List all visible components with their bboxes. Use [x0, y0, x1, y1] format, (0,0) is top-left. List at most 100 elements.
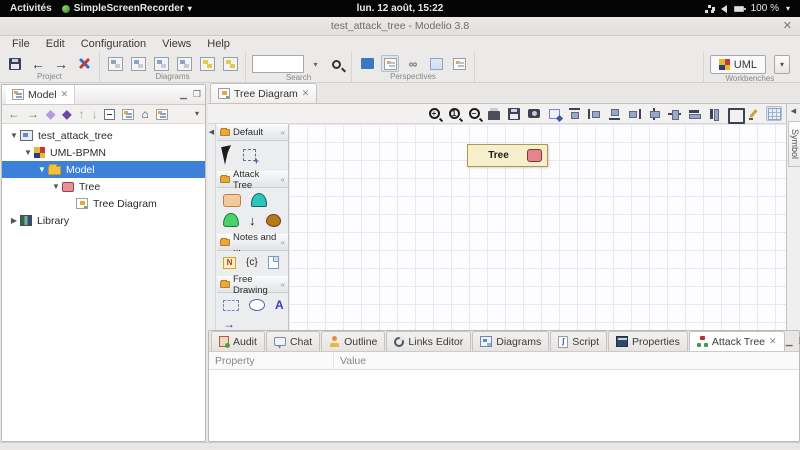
section-collapse-icon[interactable]: « — [281, 280, 285, 289]
model-tab-close-icon[interactable]: ✕ — [61, 89, 69, 100]
configure-tools-button[interactable] — [75, 55, 93, 72]
tab-chat[interactable]: Chat — [265, 331, 321, 351]
search-button[interactable] — [327, 56, 345, 73]
activities-button[interactable]: Activités — [10, 3, 52, 14]
menu-file[interactable]: File — [4, 38, 38, 50]
format-painter-button[interactable] — [746, 106, 762, 121]
tree-row-uml-bpmn[interactable]: ▼ UML-BPMN — [2, 144, 205, 161]
nav-back-button[interactable]: ← — [8, 108, 20, 120]
undo-button[interactable]: ← — [29, 55, 47, 72]
save-button[interactable] — [6, 55, 24, 72]
palette-collapse-button[interactable]: ◀ — [208, 124, 216, 330]
tree-node[interactable]: Tree — [467, 144, 548, 167]
app-indicator[interactable]: SimpleScreenRecorder ▾ — [61, 3, 192, 14]
collapse-all-button[interactable] — [104, 108, 116, 120]
zoom-original-button[interactable]: 1 — [446, 106, 462, 121]
package-diagram-button[interactable] — [129, 55, 147, 72]
diagram-canvas[interactable]: Tree — [289, 124, 786, 330]
links-perspective-button[interactable]: ∞ — [404, 55, 422, 72]
select-tool[interactable] — [221, 145, 235, 165]
ellipse-tool[interactable] — [249, 299, 265, 311]
tab-properties[interactable]: Properties — [608, 331, 688, 351]
panel-maximize-button[interactable]: ❒ — [193, 89, 201, 100]
matrix-perspective-button[interactable] — [450, 55, 468, 72]
align-left-button[interactable] — [586, 106, 602, 121]
palette-section-free-drawing[interactable]: Free Drawing « — [217, 274, 288, 296]
panel-minimize-button[interactable]: ▁ — [180, 89, 187, 100]
related-elements-dark-button[interactable]: ◆ — [62, 108, 71, 120]
redo-button[interactable]: → — [52, 55, 70, 72]
zoom-out-button[interactable]: − — [466, 106, 482, 121]
search-input[interactable] — [252, 55, 304, 73]
or-gate-tool[interactable] — [223, 213, 239, 227]
text-tool[interactable]: A — [275, 298, 284, 312]
workbench-dropdown-button[interactable]: ▾ — [774, 55, 790, 74]
menu-help[interactable]: Help — [199, 38, 238, 50]
tab-diagrams[interactable]: Diagrams — [472, 331, 550, 351]
expander-icon[interactable]: ▶ — [8, 216, 20, 225]
tree-row-library[interactable]: ▶ Library — [2, 212, 205, 229]
tree-row-project[interactable]: ▼ test_attack_tree — [2, 127, 205, 144]
and-gate-tool[interactable] — [251, 193, 267, 207]
system-tray[interactable]: 100 % ▾ — [704, 3, 800, 14]
grid-perspective-button[interactable] — [427, 55, 445, 72]
sync-tree-button[interactable] — [155, 108, 168, 120]
section-collapse-icon[interactable]: « — [281, 238, 285, 247]
same-width-button[interactable] — [686, 106, 702, 121]
align-bottom-button[interactable] — [606, 106, 622, 121]
center-vertical-button[interactable] — [646, 106, 662, 121]
tab-links-editor[interactable]: Links Editor — [386, 331, 472, 351]
composite-diagram-button[interactable] — [175, 55, 193, 72]
grid-toggle-button[interactable] — [766, 106, 782, 121]
section-collapse-icon[interactable]: « — [281, 128, 285, 137]
zoom-in-button[interactable]: + — [426, 106, 442, 121]
tab-close-icon[interactable]: ✕ — [769, 336, 777, 347]
view-menu-button[interactable]: ▾ — [195, 110, 199, 118]
home-button[interactable]: ⌂ — [141, 108, 148, 120]
document-tool[interactable] — [267, 256, 279, 269]
constraint-tool[interactable]: {c} — [246, 257, 258, 268]
expander-icon[interactable]: ▼ — [8, 131, 20, 140]
tree-diagram-tab[interactable]: Tree Diagram ✕ — [210, 83, 318, 103]
save-image-button[interactable] — [506, 106, 522, 121]
matrix-diagram-button[interactable] — [221, 55, 239, 72]
property-table-body[interactable] — [209, 370, 799, 441]
symbol-collapse-icon[interactable]: ◀ — [787, 104, 800, 115]
expander-icon[interactable]: ▼ — [50, 182, 62, 191]
section-collapse-icon[interactable]: « — [281, 175, 285, 184]
print-button[interactable] — [486, 106, 502, 121]
tree-row-model[interactable]: ▼ Model — [2, 161, 205, 178]
link-with-editor-button[interactable] — [122, 108, 135, 120]
class-diagram-button[interactable] — [106, 55, 124, 72]
menu-views[interactable]: Views — [154, 38, 199, 50]
window-titlebar[interactable]: test_attack_tree - Modelio 3.8 ✕ — [0, 17, 800, 36]
connector-tool[interactable]: ↓ — [249, 214, 256, 227]
fit-content-button[interactable] — [726, 106, 745, 124]
clock[interactable]: lun. 12 août, 15:22 — [357, 3, 444, 14]
note-tool[interactable]: N — [223, 256, 236, 269]
model-perspective-button[interactable] — [358, 55, 376, 72]
marquee-zoom-button[interactable] — [546, 106, 562, 121]
related-elements-button[interactable]: ◆ — [46, 108, 55, 120]
palette-section-default[interactable]: Default « — [217, 124, 288, 141]
align-right-button[interactable] — [626, 106, 642, 121]
move-up-button[interactable]: ↑ — [78, 108, 84, 120]
symbol-tab[interactable]: Symbol — [788, 121, 800, 167]
tree-root-tool[interactable] — [223, 193, 241, 207]
window-close-button[interactable]: ✕ — [783, 19, 792, 32]
model-tab[interactable]: Model ✕ — [6, 85, 76, 104]
expander-icon[interactable]: ▼ — [22, 148, 34, 157]
rectangle-tool[interactable] — [223, 299, 239, 311]
palette-section-notes[interactable]: Notes and ... « — [217, 232, 288, 254]
activity-diagram-button[interactable] — [198, 55, 216, 72]
menu-configuration[interactable]: Configuration — [73, 38, 154, 50]
tree-row-tree[interactable]: ▼ Tree — [2, 178, 205, 195]
search-history-dropdown[interactable]: ▾ — [309, 55, 322, 73]
screenshot-button[interactable] — [526, 106, 542, 121]
menu-edit[interactable]: Edit — [38, 38, 73, 50]
workbench-selector[interactable]: UML — [709, 55, 766, 74]
move-down-button[interactable]: ↓ — [91, 108, 97, 120]
palette-section-attack-tree[interactable]: Attack Tree « — [217, 169, 288, 191]
tab-attack-tree[interactable]: Attack Tree ✕ — [688, 331, 785, 351]
line-tool[interactable]: → — [223, 318, 235, 330]
